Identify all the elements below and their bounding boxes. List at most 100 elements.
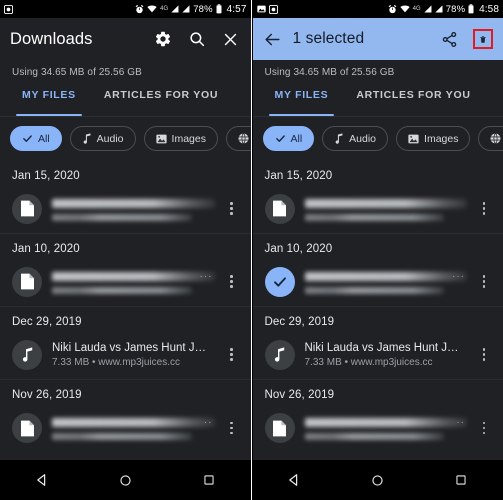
back-triangle-icon[interactable] xyxy=(279,465,309,495)
redacted-subtitle-bar xyxy=(304,433,445,440)
file-list-right: Jan 15, 2020 Jan 10, 2020 ··· Dec 29, 20… xyxy=(252,161,503,493)
image-icon xyxy=(155,134,167,144)
chip-images[interactable]: Images xyxy=(396,126,471,151)
kebab-icon[interactable] xyxy=(477,348,493,361)
tab-my-files[interactable]: MY FILES xyxy=(8,83,90,116)
android-nav-bar-right xyxy=(252,460,503,500)
status-bar-right: 4G 78% 4:58 xyxy=(252,0,503,18)
trash-icon[interactable] xyxy=(473,29,493,49)
selection-actions xyxy=(439,29,493,49)
left-phone-screen: 4G 78% 4:57 Downloads Using 34.65 MB of … xyxy=(0,0,251,500)
redacted-title-bar xyxy=(52,418,215,427)
image-icon xyxy=(408,134,419,144)
signal-bars-icon xyxy=(182,5,190,13)
close-icon[interactable] xyxy=(221,29,241,49)
back-triangle-icon[interactable] xyxy=(27,465,57,495)
status-indicators-right: 4G 78% 4:58 xyxy=(388,4,499,15)
battery-percent-label: 78% xyxy=(445,3,466,15)
date-header: Jan 10, 2020 xyxy=(12,243,80,255)
check-icon xyxy=(275,133,286,144)
kebab-icon[interactable] xyxy=(477,202,493,215)
chip-audio-label: Audio xyxy=(349,132,377,145)
app-badge-icon xyxy=(268,4,278,14)
battery-percent-label: 78% xyxy=(193,3,213,15)
tab-articles-for-you[interactable]: ARTICLES FOR YOU xyxy=(342,83,484,116)
file-name-redacted: ·· xyxy=(304,416,467,440)
network-type-label: 4G xyxy=(412,6,421,12)
chip-all[interactable]: All xyxy=(10,126,62,151)
signal-bars-icon xyxy=(171,5,179,13)
kebab-icon[interactable] xyxy=(225,275,241,288)
globe-icon xyxy=(490,133,501,144)
document-icon xyxy=(12,193,42,224)
home-circle-icon[interactable] xyxy=(110,465,140,495)
date-header: Jan 15, 2020 xyxy=(264,170,333,182)
android-nav-bar-left xyxy=(0,460,251,500)
gear-icon[interactable] xyxy=(153,29,173,49)
share-icon[interactable] xyxy=(439,29,459,49)
date-header: Nov 26, 2019 xyxy=(264,389,335,401)
chip-pages[interactable]: Pag xyxy=(225,126,251,151)
tab-active-indicator xyxy=(268,114,335,116)
chip-all[interactable]: All xyxy=(262,126,315,151)
truncation-ellipsis: ·· xyxy=(456,417,465,428)
chip-all-label: All xyxy=(38,132,50,145)
storage-usage-label: Using 34.65 MB of 25.56 GB xyxy=(12,67,142,78)
chip-audio[interactable]: Audio xyxy=(69,126,136,151)
recents-square-icon[interactable] xyxy=(446,465,476,495)
page-title: Downloads xyxy=(10,29,93,48)
alarm-icon xyxy=(388,4,397,14)
tab-my-files[interactable]: MY FILES xyxy=(261,83,343,116)
tab-bar-left: MY FILES ARTICLES FOR YOU xyxy=(0,83,251,116)
redacted-subtitle-bar xyxy=(52,213,192,221)
app-bar-actions-left xyxy=(153,29,241,49)
battery-icon xyxy=(468,4,474,14)
tab-articles-for-you-label: ARTICLES FOR YOU xyxy=(356,89,471,101)
music-note-icon xyxy=(12,339,42,370)
file-name-label: Niki Lauda vs James Hunt J… xyxy=(52,341,207,354)
search-icon[interactable] xyxy=(187,29,207,49)
filter-chip-row-left: All Audio Images Pag xyxy=(0,117,251,161)
kebab-icon[interactable] xyxy=(477,275,493,288)
tab-articles-for-you[interactable]: ARTICLES FOR YOU xyxy=(90,83,232,116)
clock-label: 4:58 xyxy=(479,3,499,15)
signal-bars-icon xyxy=(435,5,443,13)
redacted-title-bar xyxy=(304,271,467,281)
kebab-icon[interactable] xyxy=(225,348,241,361)
redacted-title-bar xyxy=(304,418,467,427)
tab-bar-right: MY FILES ARTICLES FOR YOU xyxy=(253,83,503,116)
check-circle-icon[interactable] xyxy=(264,266,295,297)
tab-my-files-label: MY FILES xyxy=(274,89,329,101)
table-row[interactable]: Niki Lauda vs James Hunt J… 7.33 MB • ww… xyxy=(0,334,251,380)
home-circle-icon[interactable] xyxy=(363,465,393,495)
table-row[interactable]: ·· xyxy=(0,407,251,453)
chip-pages[interactable]: Pag xyxy=(478,126,503,151)
table-row[interactable]: ··· xyxy=(0,261,251,307)
redacted-subtitle-bar xyxy=(304,286,445,294)
chip-audio[interactable]: Audio xyxy=(322,126,389,151)
table-row[interactable]: ·· xyxy=(253,407,503,453)
table-row[interactable] xyxy=(252,188,503,234)
kebab-icon[interactable] xyxy=(477,421,493,435)
date-header: Dec 29, 2019 xyxy=(12,316,82,328)
filter-chip-row-right: All Audio Images Pag xyxy=(253,117,503,161)
chip-images[interactable]: Images xyxy=(143,126,218,151)
kebab-icon[interactable] xyxy=(225,202,241,215)
truncation-ellipsis: ··· xyxy=(452,270,465,282)
check-icon xyxy=(22,133,33,144)
redacted-title-bar xyxy=(52,271,215,281)
table-row[interactable]: Niki Lauda vs James Hunt J… 7.33 MB • ww… xyxy=(252,334,503,380)
kebab-icon[interactable] xyxy=(225,421,241,435)
screenshot-icon xyxy=(256,5,266,13)
table-row[interactable] xyxy=(0,188,251,234)
file-name-label: Niki Lauda vs James Hunt J… xyxy=(304,341,459,354)
back-arrow-icon[interactable] xyxy=(263,29,283,49)
recents-square-icon[interactable] xyxy=(194,465,224,495)
status-notifications-left xyxy=(4,4,13,14)
table-row-selected[interactable]: ··· xyxy=(252,261,503,307)
date-header: Jan 15, 2020 xyxy=(12,170,80,182)
file-name-redacted: ··· xyxy=(304,270,467,294)
document-icon xyxy=(264,193,295,224)
chip-audio-label: Audio xyxy=(96,132,124,145)
redacted-subtitle-bar xyxy=(52,433,192,440)
